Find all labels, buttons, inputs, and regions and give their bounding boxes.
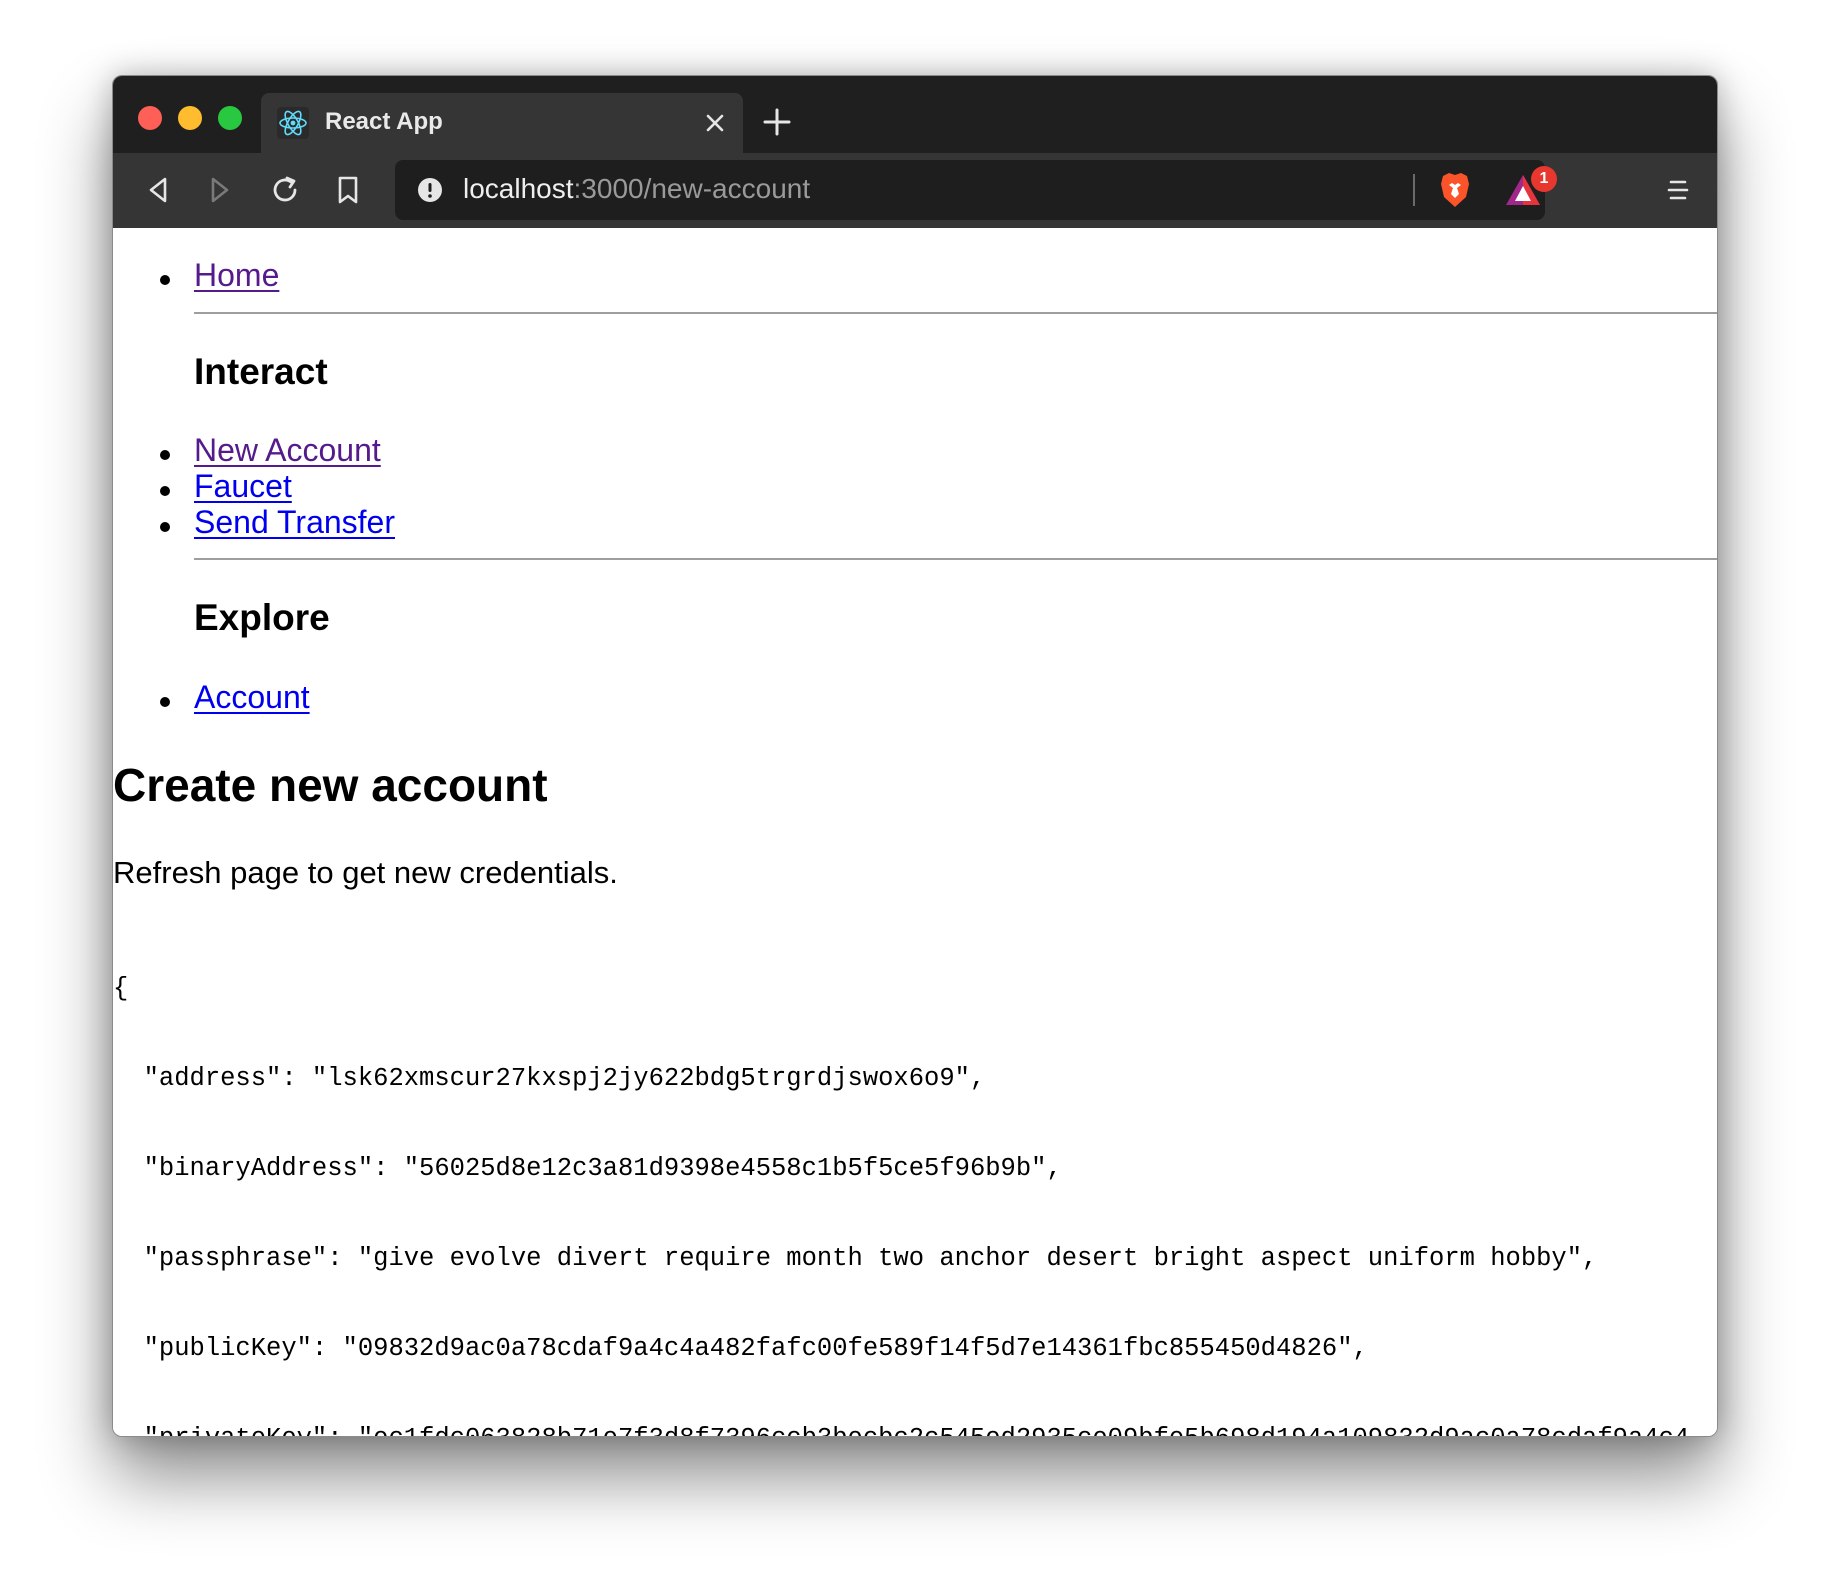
- url-text[interactable]: localhost:3000/new-account: [463, 173, 810, 205]
- section-heading-interact: Interact: [194, 351, 328, 392]
- back-arrow-icon[interactable]: [141, 173, 175, 207]
- bullet: [160, 697, 170, 707]
- forward-arrow-icon[interactable]: [203, 173, 237, 207]
- json-line-public-key: "publicKey": "09832d9ac0a78cdaf9a4c4a482…: [113, 1334, 1368, 1363]
- page-content: Home Interact New Account Faucet Send Tr…: [113, 228, 1717, 1436]
- tab-title: React App: [325, 108, 443, 135]
- divider: [194, 558, 1717, 560]
- react-logo-icon: [277, 107, 309, 139]
- desktop: React App localhost:3000/new-account 1 H…: [0, 0, 1828, 1582]
- toolbar: localhost:3000/new-account 1: [113, 153, 1717, 228]
- bullet: [160, 275, 170, 285]
- browser-window: React App localhost:3000/new-account 1 H…: [112, 75, 1718, 1437]
- close-icon[interactable]: [701, 109, 729, 137]
- section-heading-explore: Explore: [194, 597, 330, 638]
- hamburger-menu-icon[interactable]: [1663, 175, 1693, 205]
- bullet: [160, 486, 170, 496]
- page-title: Create new account: [113, 759, 548, 811]
- close-window-button[interactable]: [138, 106, 162, 130]
- rewards-badge: 1: [1531, 166, 1557, 192]
- zoom-window-button[interactable]: [218, 106, 242, 130]
- page-description: Refresh page to get new credentials.: [113, 855, 618, 890]
- json-line-address: "address": "lsk62xmscur27kxspj2jy622bdg5…: [113, 1064, 986, 1093]
- divider: [194, 312, 1717, 314]
- json-line-binary-address: "binaryAddress": "56025d8e12c3a81d9398e4…: [113, 1154, 1062, 1183]
- json-line-passphrase: "passphrase": "give evolve divert requir…: [113, 1244, 1598, 1273]
- bookmark-icon[interactable]: [331, 173, 365, 207]
- bullet: [160, 522, 170, 532]
- json-line: {: [113, 974, 129, 1003]
- info-icon[interactable]: [417, 177, 443, 203]
- minimize-window-button[interactable]: [178, 106, 202, 130]
- json-line-private-key: "privateKey": "ec1fdc063828b71e7f3d8f739…: [113, 1424, 1717, 1436]
- url-path: :3000/new-account: [573, 173, 811, 204]
- credentials-json: { "address": "lsk62xmscur27kxspj2jy622bd…: [113, 914, 1717, 1436]
- plus-icon[interactable]: [761, 106, 793, 138]
- address-bar[interactable]: localhost:3000/new-account 1: [395, 160, 1557, 220]
- tab-react-app[interactable]: React App: [261, 93, 743, 153]
- nav-link-send-transfer[interactable]: Send Transfer: [194, 504, 395, 541]
- nav-link-faucet[interactable]: Faucet: [194, 468, 292, 505]
- url-host: localhost: [463, 173, 574, 204]
- url-divider: [1413, 174, 1415, 206]
- tab-strip: React App: [113, 76, 1717, 153]
- bullet: [160, 450, 170, 460]
- brave-lion-icon[interactable]: [1437, 170, 1473, 210]
- nav-link-new-account[interactable]: New Account: [194, 432, 381, 469]
- reload-icon[interactable]: [268, 173, 302, 207]
- nav-link-home[interactable]: Home: [194, 257, 279, 294]
- nav-link-account[interactable]: Account: [194, 679, 310, 716]
